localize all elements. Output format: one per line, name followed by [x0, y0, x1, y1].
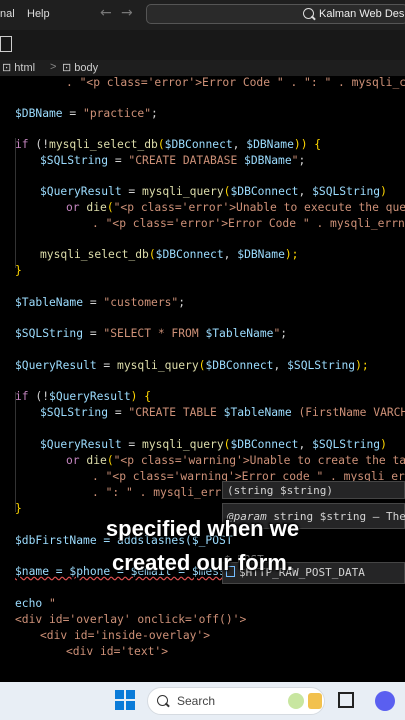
taskbar-search-label: Search: [177, 694, 216, 708]
code-line-15: $QueryResult = mysqli_query($DBConnect, …: [40, 438, 387, 451]
breadcrumb-html[interactable]: ⊡ html: [2, 61, 35, 74]
code-line-23: <div id='overlay' onclick='off()'>: [15, 613, 247, 626]
forward-arrow-icon[interactable]: →: [121, 5, 133, 21]
code-line-9: }: [15, 264, 22, 277]
code-line-16: or die("<p class='warning'>Unable to cre…: [66, 454, 405, 467]
tab-bar: [0, 30, 405, 60]
signature-text: (string $string): [227, 484, 333, 497]
command-center-search[interactable]: Kalman Web Design: [146, 4, 405, 24]
code-line-24: <div id='inside-overlay'>: [40, 629, 211, 642]
windows-start-icon[interactable]: [115, 690, 135, 710]
code-line-5: $QueryResult = mysqli_query($DBConnect, …: [40, 185, 387, 198]
taskbar-search[interactable]: Search: [147, 687, 325, 715]
code-line-10: $TableName = "customers";: [15, 296, 186, 309]
indent-guide: [15, 138, 16, 268]
menu-item-terminal[interactable]: nal: [0, 8, 15, 20]
caption-line-1: specified when we: [105, 516, 300, 541]
back-arrow-icon[interactable]: ←: [100, 5, 112, 21]
search-icon: [157, 695, 168, 706]
signature-tooltip: (string $string): [222, 481, 405, 499]
explorer-icon[interactable]: [0, 36, 12, 52]
code-line-11: $SQLString = "SELECT * FROM $TableName";: [15, 327, 288, 340]
code-line-2: $DBName = "practice";: [15, 107, 158, 120]
code-line-14: $SQLString = "CREATE TABLE $TableName (F…: [40, 406, 405, 419]
code-line-3: if (!mysqli_select_db($DBConnect, $DBNam…: [15, 138, 322, 151]
caption-line-2: created our form.: [112, 550, 293, 575]
code-line-6: or die("<p class='error'>Unable to execu…: [66, 201, 405, 214]
title-bar: nal Help ← → Kalman Web Design: [0, 0, 405, 30]
code-line-13: if (!$QueryResult) {: [15, 390, 152, 403]
code-line-25: <div id='text'>: [66, 645, 169, 658]
code-line-22: echo ": [15, 597, 56, 610]
widget-icon[interactable]: [288, 693, 304, 709]
code-line-1: . "<p class='error'>Error Code " . ": " …: [66, 76, 405, 89]
indent-guide: [15, 392, 16, 512]
breadcrumb-separator: >: [50, 61, 57, 73]
widget-icon-2[interactable]: [308, 693, 322, 709]
code-line-12: $QueryResult = mysqli_query($DBConnect, …: [15, 359, 369, 372]
code-line-8: mysqli_select_db($DBConnect, $DBName);: [40, 248, 299, 261]
code-line-4: $SQLString = "CREATE DATABASE $DBName";: [40, 154, 306, 167]
code-line-19: }: [15, 502, 22, 515]
app-window-icon[interactable]: [338, 692, 354, 708]
code-line-18: . ": " . mysqli_erro: [92, 486, 229, 499]
breadcrumb-body[interactable]: ⊡ body: [62, 61, 98, 74]
code-line-7: . "<p class='error'>Error Code " . mysql…: [92, 217, 405, 230]
taskbar: Search: [0, 682, 405, 720]
search-icon: [303, 8, 314, 19]
menu-item-help[interactable]: Help: [27, 8, 50, 20]
breadcrumb: ⊡ html > ⊡ body: [0, 60, 405, 76]
chat-app-icon[interactable]: [375, 691, 395, 711]
search-text: Kalman Web Design: [319, 8, 405, 20]
